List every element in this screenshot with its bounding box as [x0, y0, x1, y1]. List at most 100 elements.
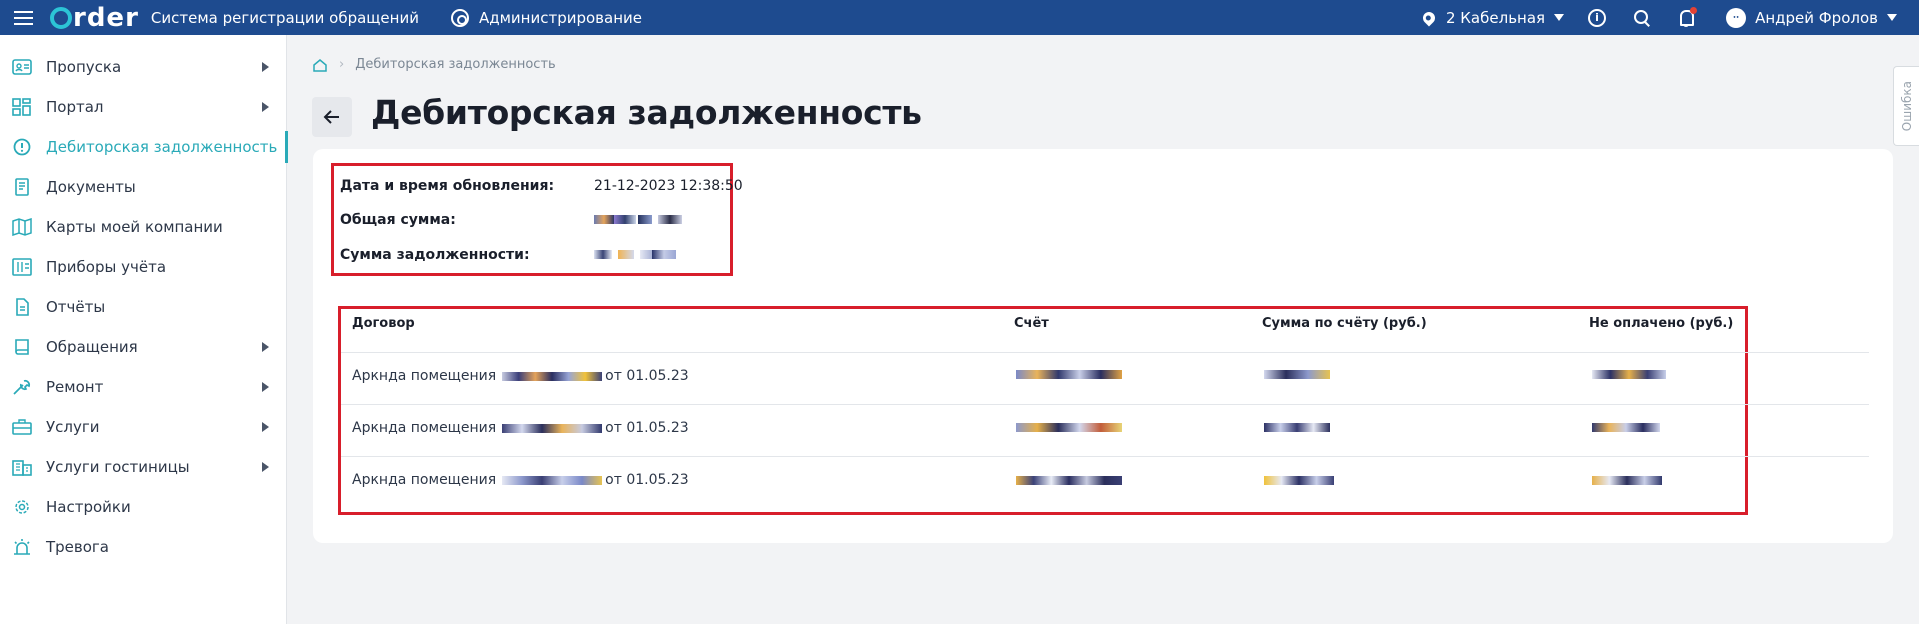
chevron-right-icon: [262, 462, 269, 472]
chevron-right-icon: [262, 342, 269, 352]
row-divider: [341, 456, 1869, 457]
column-header-invoice: Счёт: [1014, 316, 1049, 331]
sidebar-item-hotel-services[interactable]: Услуги гостиницы: [0, 447, 287, 487]
error-report-label: Ошибка: [1899, 80, 1914, 132]
contract-prefix: Аркнда помещения: [352, 420, 497, 436]
sidebar-item-documents[interactable]: Документы: [0, 167, 287, 207]
logo-mark: [50, 6, 72, 29]
pass-card-icon: [12, 58, 32, 76]
page-title: Дебиторская задолженность: [371, 93, 922, 132]
briefcase-icon: [12, 418, 32, 436]
location-pin-icon: [1420, 9, 1438, 26]
logo[interactable]: rder: [50, 5, 139, 31]
avatar: ••: [1726, 7, 1747, 28]
chevron-right-icon: [262, 62, 269, 72]
contract-number-redacted: [502, 423, 603, 433]
column-header-invoice-amount: Сумма по счёту (руб.): [1262, 316, 1427, 331]
admin-link[interactable]: Администрирование: [450, 8, 642, 27]
alarm-icon: [12, 538, 32, 556]
invoice-amount-redacted: [1264, 423, 1330, 432]
summary-debt-row: Сумма задолженности:: [340, 247, 676, 263]
sidebar-item-passes[interactable]: Пропуска: [0, 47, 287, 87]
sidebar-item-label: Отчёты: [46, 298, 106, 316]
sidebar-item-label: Обращения: [46, 338, 138, 356]
chevron-right-icon: [262, 382, 269, 392]
total-label: Общая сумма:: [340, 212, 456, 228]
sidebar-item-label: Приборы учёта: [46, 258, 167, 276]
unpaid-amount-redacted: [1592, 476, 1662, 485]
sidebar-item-label: Настройки: [46, 498, 131, 516]
contract-number-redacted: [502, 371, 603, 381]
sidebar-item-requests[interactable]: Обращения: [0, 327, 287, 367]
sidebar-item-meters[interactable]: Приборы учёта: [0, 247, 287, 287]
invoice-redacted: [1016, 370, 1122, 379]
sidebar-item-label: Услуги гостиницы: [46, 458, 190, 476]
notification-bell-icon[interactable]: [1678, 6, 1698, 27]
contract-number-redacted: [502, 475, 603, 485]
location-selector[interactable]: 2 Кабельная: [1420, 8, 1565, 27]
sidebar-item-label: Тревога: [46, 538, 110, 556]
row-divider: [341, 404, 1869, 405]
arrow-left-icon: [323, 110, 339, 124]
sidebar-item-services[interactable]: Услуги: [0, 407, 287, 447]
table-row-contract: Аркнда помещения от 01.05.23: [352, 368, 689, 384]
back-button[interactable]: [312, 97, 352, 137]
sidebar-item-label: Карты моей компании: [46, 218, 223, 236]
sidebar-item-reports[interactable]: Отчёты: [0, 287, 287, 327]
sidebar-item-label: Пропуска: [46, 58, 122, 76]
contract-suffix: от 01.05.23: [605, 472, 689, 488]
sidebar-item-label: Дебиторская задолженность: [46, 138, 278, 156]
contract-prefix: Аркнда помещения: [352, 368, 497, 384]
info-icon[interactable]: i: [1588, 8, 1607, 27]
debt-label: Сумма задолженности:: [340, 247, 530, 263]
document-icon: [12, 178, 32, 196]
sidebar-item-label: Портал: [46, 98, 104, 116]
map-icon: [12, 218, 32, 236]
unpaid-amount-redacted: [1592, 423, 1660, 432]
row-divider: [341, 352, 1869, 353]
alert-circle-icon: [12, 138, 32, 156]
hotel-icon: [12, 458, 32, 476]
notification-dot: [1690, 6, 1698, 14]
updated-label: Дата и время обновления:: [340, 178, 555, 194]
sidebar-item-settings[interactable]: Настройки: [0, 487, 287, 527]
error-report-tab[interactable]: Ошибка: [1893, 66, 1919, 146]
unpaid-amount-redacted: [1592, 370, 1666, 379]
meter-icon: [12, 258, 32, 276]
admin-label: Администрирование: [478, 8, 642, 27]
contract-suffix: от 01.05.23: [605, 420, 689, 436]
sidebar-item-portal[interactable]: Портал: [0, 87, 287, 127]
invoice-amount-redacted: [1264, 476, 1334, 485]
chevron-down-icon: [1887, 14, 1897, 21]
chevron-right-icon: [262, 422, 269, 432]
book-icon: [12, 338, 32, 356]
menu-icon[interactable]: [0, 0, 46, 35]
admin-gear-icon: [450, 8, 469, 27]
sidebar-item-receivables[interactable]: Дебиторская задолженность: [0, 127, 288, 167]
sidebar-item-repair[interactable]: Ремонт: [0, 367, 287, 407]
breadcrumb: › Дебиторская задолженность: [313, 57, 556, 72]
breadcrumb-separator: ›: [339, 57, 345, 72]
search-icon[interactable]: [1634, 9, 1650, 26]
home-icon[interactable]: [313, 58, 327, 72]
sidebar-item-company-maps[interactable]: Карты моей компании: [0, 207, 287, 247]
sidebar-item-label: Документы: [46, 178, 136, 196]
user-menu[interactable]: •• Андрей Фролов: [1726, 7, 1897, 28]
chevron-down-icon: [1554, 14, 1565, 21]
logo-text: rder: [73, 2, 139, 33]
sidebar-item-label: Ремонт: [46, 378, 104, 396]
invoice-amount-redacted: [1264, 370, 1330, 379]
location-label: 2 Кабельная: [1445, 8, 1546, 27]
summary-updated-row: Дата и время обновления: 21-12-2023 12:3…: [340, 178, 743, 194]
summary-total-row: Общая сумма:: [340, 212, 682, 228]
contract-suffix: от 01.05.23: [605, 368, 689, 384]
column-header-contract: Договор: [352, 316, 415, 331]
invoice-redacted: [1016, 423, 1122, 432]
total-value-redacted: [594, 212, 682, 228]
gear-icon: [12, 498, 32, 516]
debt-value-redacted: [594, 247, 676, 263]
wrench-icon: [12, 378, 32, 396]
sidebar-item-alarm[interactable]: Тревога: [0, 527, 287, 567]
sidebar-item-label: Услуги: [46, 418, 100, 436]
breadcrumb-current: Дебиторская задолженность: [355, 57, 556, 72]
